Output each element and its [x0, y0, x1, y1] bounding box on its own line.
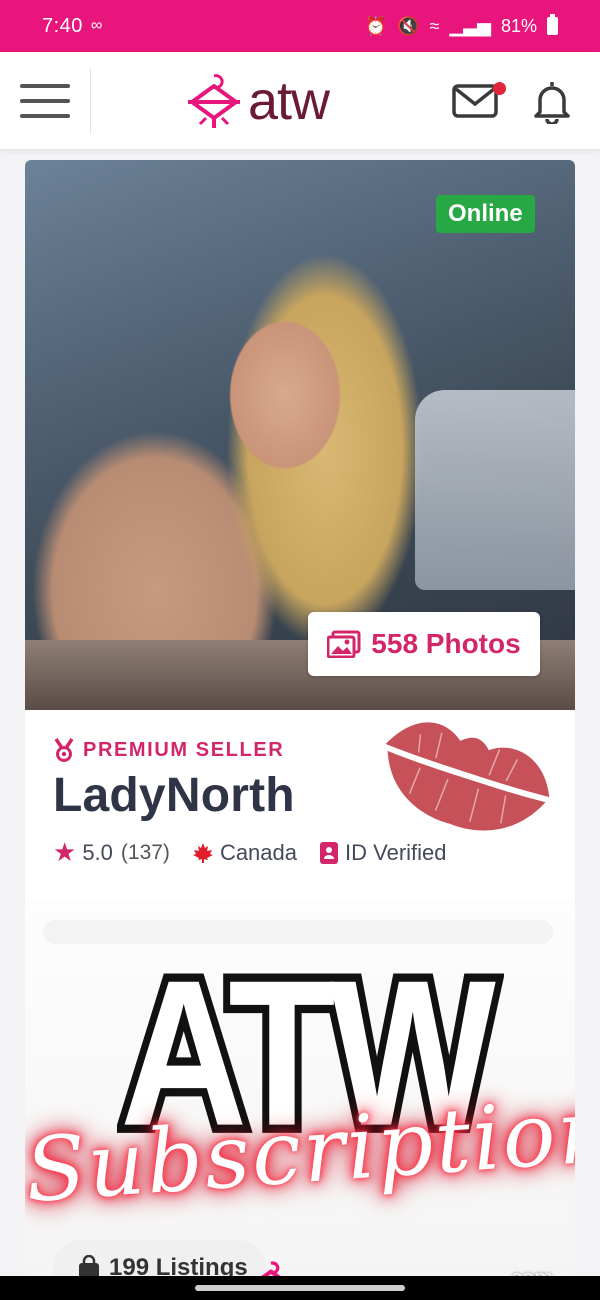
top-navigation: atw: [0, 52, 600, 150]
photos-count: 558 Photos: [371, 628, 521, 659]
maple-leaf-icon: [192, 842, 213, 863]
lips-kiss-icon: [385, 722, 550, 831]
location: Canada: [192, 840, 297, 866]
battery-percent: 81%: [500, 15, 537, 36]
country-name: Canada: [219, 839, 298, 865]
gesture-bar: [0, 1276, 600, 1300]
lower-section: ATW Subscription 199 Listings: [25, 900, 575, 1290]
status-bar: 7:40 ∞ ⏰ 🔇 ≈ ▁▃▅ 81%: [0, 0, 600, 52]
signal-icon: ▁▃▅: [449, 15, 491, 36]
photos-button[interactable]: 558 Photos: [308, 612, 540, 676]
mail-icon[interactable]: [452, 82, 506, 120]
premium-text: PREMIUM SELLER: [83, 738, 285, 761]
medal-icon: [54, 738, 74, 762]
seller-meta: ★ 5.0 (137) Canada ID Verified: [53, 837, 575, 868]
logo[interactable]: atw: [186, 70, 330, 132]
id-verified: ID Verified: [319, 840, 447, 866]
seller-info: PREMIUM SELLER LadyNorth ★ 5.0 (137) Can…: [25, 710, 575, 910]
battery-icon: [547, 14, 558, 35]
star-icon: ★: [53, 837, 77, 867]
notification-dot: [493, 82, 506, 95]
online-badge: Online: [436, 195, 535, 233]
logo-text: atw: [248, 71, 330, 131]
image-icon: [327, 630, 361, 658]
alarm-icon: ⏰: [364, 15, 388, 36]
hanger-logo-icon: [188, 74, 240, 128]
id-badge-icon: [320, 841, 339, 864]
status-time: 7:40: [42, 14, 83, 37]
seller-photo[interactable]: Online 558 Photos: [25, 160, 575, 710]
hamburger-icon[interactable]: [20, 82, 70, 120]
bell-icon[interactable]: [530, 78, 574, 126]
photo-blanket: [415, 390, 575, 590]
rating[interactable]: ★ 5.0 (137): [53, 837, 170, 868]
home-gesture-pill[interactable]: [195, 1285, 405, 1291]
review-count: (137): [120, 840, 170, 864]
nav-divider: [90, 68, 91, 134]
voicemail-icon: ∞: [90, 17, 103, 34]
verified-text: ID Verified: [345, 839, 447, 865]
wifi-icon: ≈: [429, 15, 440, 36]
status-icons: ⏰ 🔇 ≈ ▁▃▅ 81%: [364, 14, 558, 37]
mute-icon: 🔇: [397, 15, 420, 36]
rating-value: 5.0: [82, 839, 113, 865]
seller-card[interactable]: Online 558 Photos PREMIUM SELLER LadyNor…: [25, 160, 575, 1290]
